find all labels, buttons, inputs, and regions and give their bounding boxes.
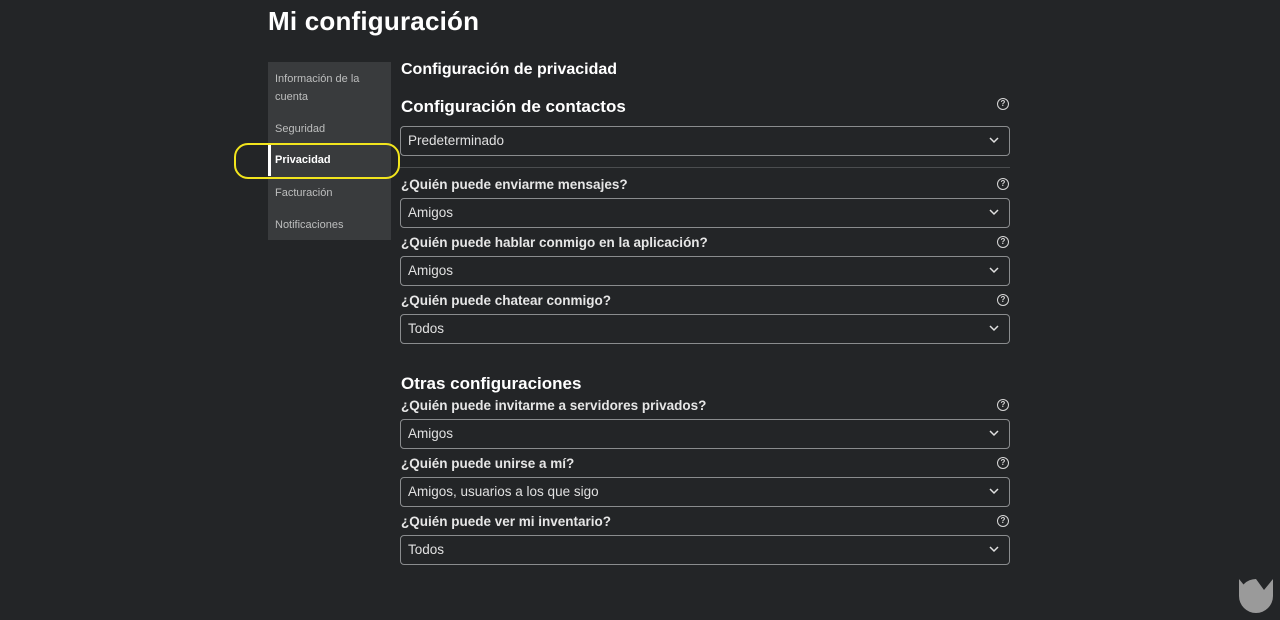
chat-select[interactable]: Todos: [400, 314, 1010, 344]
highlight-annotation: [234, 143, 400, 179]
chevron-down-icon: [989, 209, 999, 216]
chevron-down-icon: [989, 430, 999, 437]
select-value: Predeterminado: [408, 133, 505, 148]
watermark-logo-icon: [1239, 579, 1273, 613]
sidebar-item-account-info[interactable]: Información de la cuenta: [268, 70, 391, 106]
question-private-servers-label: ¿Quién puede invitarme a servidores priv…: [401, 398, 707, 413]
select-value: Amigos, usuarios a los que sigo: [408, 484, 599, 499]
sidebar-item-label: Facturación: [275, 187, 333, 199]
help-icon[interactable]: ?: [997, 178, 1009, 190]
question-chat-label: ¿Quién puede chatear conmigo?: [401, 293, 612, 308]
question-messages-label: ¿Quién puede enviarme mensajes?: [401, 177, 628, 192]
question-inventory-label: ¿Quién puede ver mi inventario?: [401, 514, 612, 529]
question-voice-label: ¿Quién puede hablar conmigo en la aplica…: [401, 235, 708, 250]
help-icon[interactable]: ?: [997, 457, 1009, 469]
help-icon[interactable]: ?: [997, 236, 1009, 248]
voice-select[interactable]: Amigos: [400, 256, 1010, 286]
chevron-down-icon: [989, 325, 999, 332]
help-icon[interactable]: ?: [997, 399, 1009, 411]
contacts-section-title: Configuración de contactos: [401, 97, 626, 116]
messages-select[interactable]: Amigos: [400, 198, 1010, 228]
sidebar-item-label: Seguridad: [275, 123, 326, 135]
section-divider: [400, 167, 1010, 168]
question-join-label: ¿Quién puede unirse a mí?: [401, 456, 575, 471]
help-icon[interactable]: ?: [997, 294, 1009, 306]
inventory-select[interactable]: Todos: [400, 535, 1010, 565]
sidebar-item-label: Información de la cuenta: [275, 73, 360, 103]
chevron-down-icon: [989, 267, 999, 274]
select-value: Todos: [408, 321, 445, 336]
join-select[interactable]: Amigos, usuarios a los que sigo: [400, 477, 1010, 507]
select-value: Amigos: [408, 263, 454, 278]
private-servers-select[interactable]: Amigos: [400, 419, 1010, 449]
other-settings-title: Otras configuraciones: [401, 374, 582, 393]
help-icon[interactable]: ?: [997, 98, 1009, 110]
chevron-down-icon: [989, 546, 999, 553]
page-title: Mi configuración: [268, 6, 480, 36]
select-value: Todos: [408, 542, 445, 557]
chevron-down-icon: [989, 488, 999, 495]
contacts-settings-select[interactable]: Predeterminado: [400, 126, 1010, 156]
chevron-down-icon: [989, 137, 999, 144]
sidebar-item-label: Notificaciones: [275, 219, 344, 231]
help-icon[interactable]: ?: [997, 515, 1009, 527]
sidebar-item-security[interactable]: Seguridad: [268, 120, 391, 138]
privacy-section-title: Configuración de privacidad: [401, 61, 618, 78]
sidebar-item-notifications[interactable]: Notificaciones: [268, 216, 391, 234]
sidebar-item-billing[interactable]: Facturación: [268, 184, 391, 202]
select-value: Amigos: [408, 205, 454, 220]
select-value: Amigos: [408, 426, 454, 441]
